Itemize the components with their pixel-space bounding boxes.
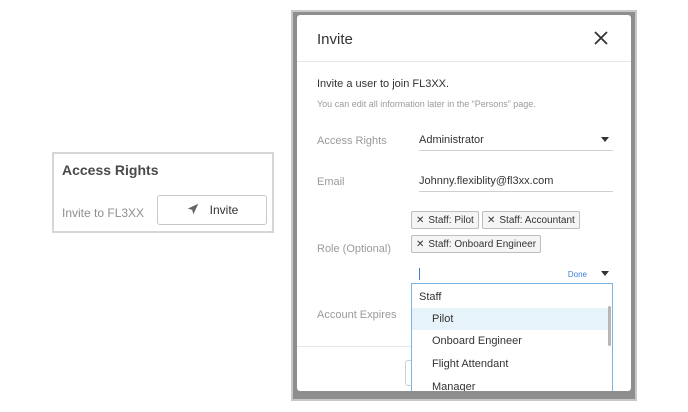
modal-header: Invite xyxy=(297,15,631,62)
dropdown-scrollbar[interactable] xyxy=(608,306,611,346)
remove-tag-icon[interactable]: ✕ xyxy=(416,239,424,250)
dropdown-option-flight-attendant[interactable]: Flight Attendant xyxy=(412,353,608,375)
modal-backdrop: Invite Invite a user to join FL3XX. You … xyxy=(291,10,637,401)
access-rights-select[interactable]: Administrator xyxy=(419,134,613,151)
invite-button[interactable]: Invite xyxy=(157,195,267,225)
email-field[interactable]: Johnny.flexiblity@fl3xx.com xyxy=(419,175,613,192)
dropdown-option-onboard-engineer[interactable]: Onboard Engineer xyxy=(412,330,608,352)
dropdown-group-label: Staff xyxy=(419,291,442,303)
role-tag-label: Staff: Accountant xyxy=(499,214,575,226)
email-value: Johnny.flexiblity@fl3xx.com xyxy=(419,175,554,187)
modal-title: Invite xyxy=(317,31,353,48)
chevron-down-icon xyxy=(601,137,609,142)
done-button[interactable]: Done xyxy=(568,270,587,279)
close-icon[interactable] xyxy=(593,30,609,46)
role-dropdown: Staff Pilot Onboard Engineer Flight Atte… xyxy=(411,283,613,391)
access-rights-label: Access Rights xyxy=(317,135,387,147)
access-rights-title: Access Rights xyxy=(62,162,159,178)
role-tag-label: Staff: Pilot xyxy=(428,214,474,226)
account-expires-label: Account Expires xyxy=(317,309,397,321)
invite-modal: Invite Invite a user to join FL3XX. You … xyxy=(297,15,631,391)
role-tag[interactable]: ✕ Staff: Onboard Engineer xyxy=(411,235,542,253)
email-label: Email xyxy=(317,176,345,188)
dropdown-option-manager[interactable]: Manager xyxy=(412,376,608,391)
invite-button-label: Invite xyxy=(209,203,239,217)
remove-tag-icon[interactable]: ✕ xyxy=(416,215,424,226)
access-rights-card: Access Rights Invite to FL3XX Invite xyxy=(52,152,274,233)
role-tag-label: Staff: Onboard Engineer xyxy=(428,238,537,250)
intro-subtext: You can edit all information later in th… xyxy=(317,99,536,109)
remove-tag-icon[interactable]: ✕ xyxy=(487,215,495,226)
footer-divider xyxy=(297,346,411,347)
intro-text: Invite a user to join FL3XX. xyxy=(317,78,450,90)
role-tag[interactable]: ✕ Staff: Accountant xyxy=(482,211,580,229)
access-rights-value: Administrator xyxy=(419,134,484,146)
role-tag[interactable]: ✕ Staff: Pilot xyxy=(411,211,479,229)
dropdown-option-pilot[interactable]: Pilot xyxy=(412,308,608,330)
role-label: Role (Optional) xyxy=(317,243,391,255)
role-search-input[interactable]: Done xyxy=(419,267,613,283)
send-icon xyxy=(186,202,200,219)
chevron-down-icon[interactable] xyxy=(601,271,609,276)
text-cursor xyxy=(419,268,420,280)
invite-to-label: Invite to FL3XX xyxy=(62,206,145,220)
